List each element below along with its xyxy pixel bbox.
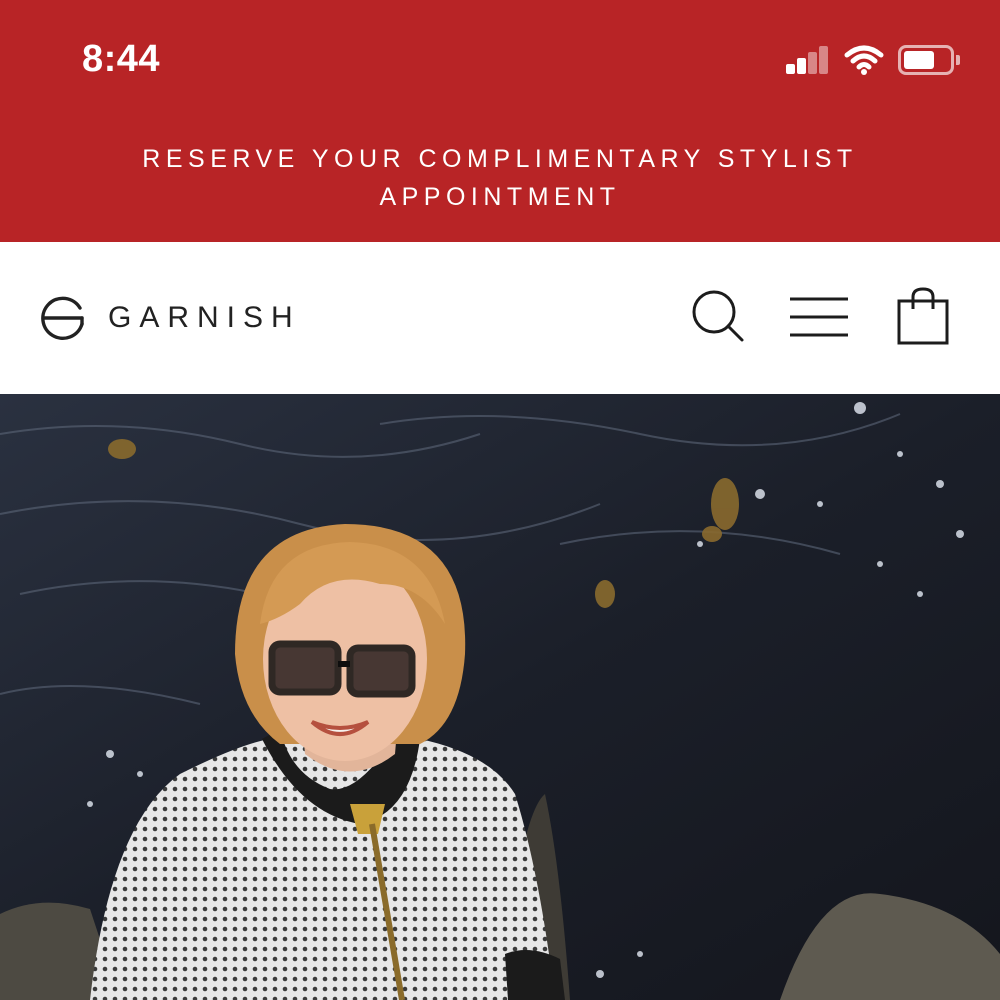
menu-icon xyxy=(790,297,848,337)
status-icons xyxy=(784,42,960,78)
garnish-logo-mark xyxy=(41,296,84,340)
logo-link[interactable]: GARNISH xyxy=(40,294,301,342)
cellular-signal-icon xyxy=(784,44,830,76)
hero-image xyxy=(0,394,1000,1000)
cart-button[interactable] xyxy=(888,282,958,352)
site-header: GARNISH xyxy=(0,242,1000,394)
menu-button[interactable] xyxy=(784,282,854,352)
logo-text: GARNISH xyxy=(108,301,301,334)
promo-line-1: RESERVE YOUR COMPLIMENTARY STYLIST xyxy=(142,145,858,173)
wifi-icon xyxy=(844,45,884,75)
shopping-bag-icon xyxy=(897,287,949,345)
status-time: 8:44 xyxy=(82,38,161,80)
search-icon xyxy=(692,290,744,342)
promo-line-2: APPOINTMENT xyxy=(379,183,621,211)
search-button[interactable] xyxy=(684,282,754,352)
battery-icon xyxy=(898,45,960,75)
top-red-bar: 8:44 RESERVE YOUR COMPLIMENTARY STYLIST … xyxy=(0,0,1000,242)
promo-banner-link[interactable]: RESERVE YOUR COMPLIMENTARY STYLIST APPOI… xyxy=(0,140,1000,216)
